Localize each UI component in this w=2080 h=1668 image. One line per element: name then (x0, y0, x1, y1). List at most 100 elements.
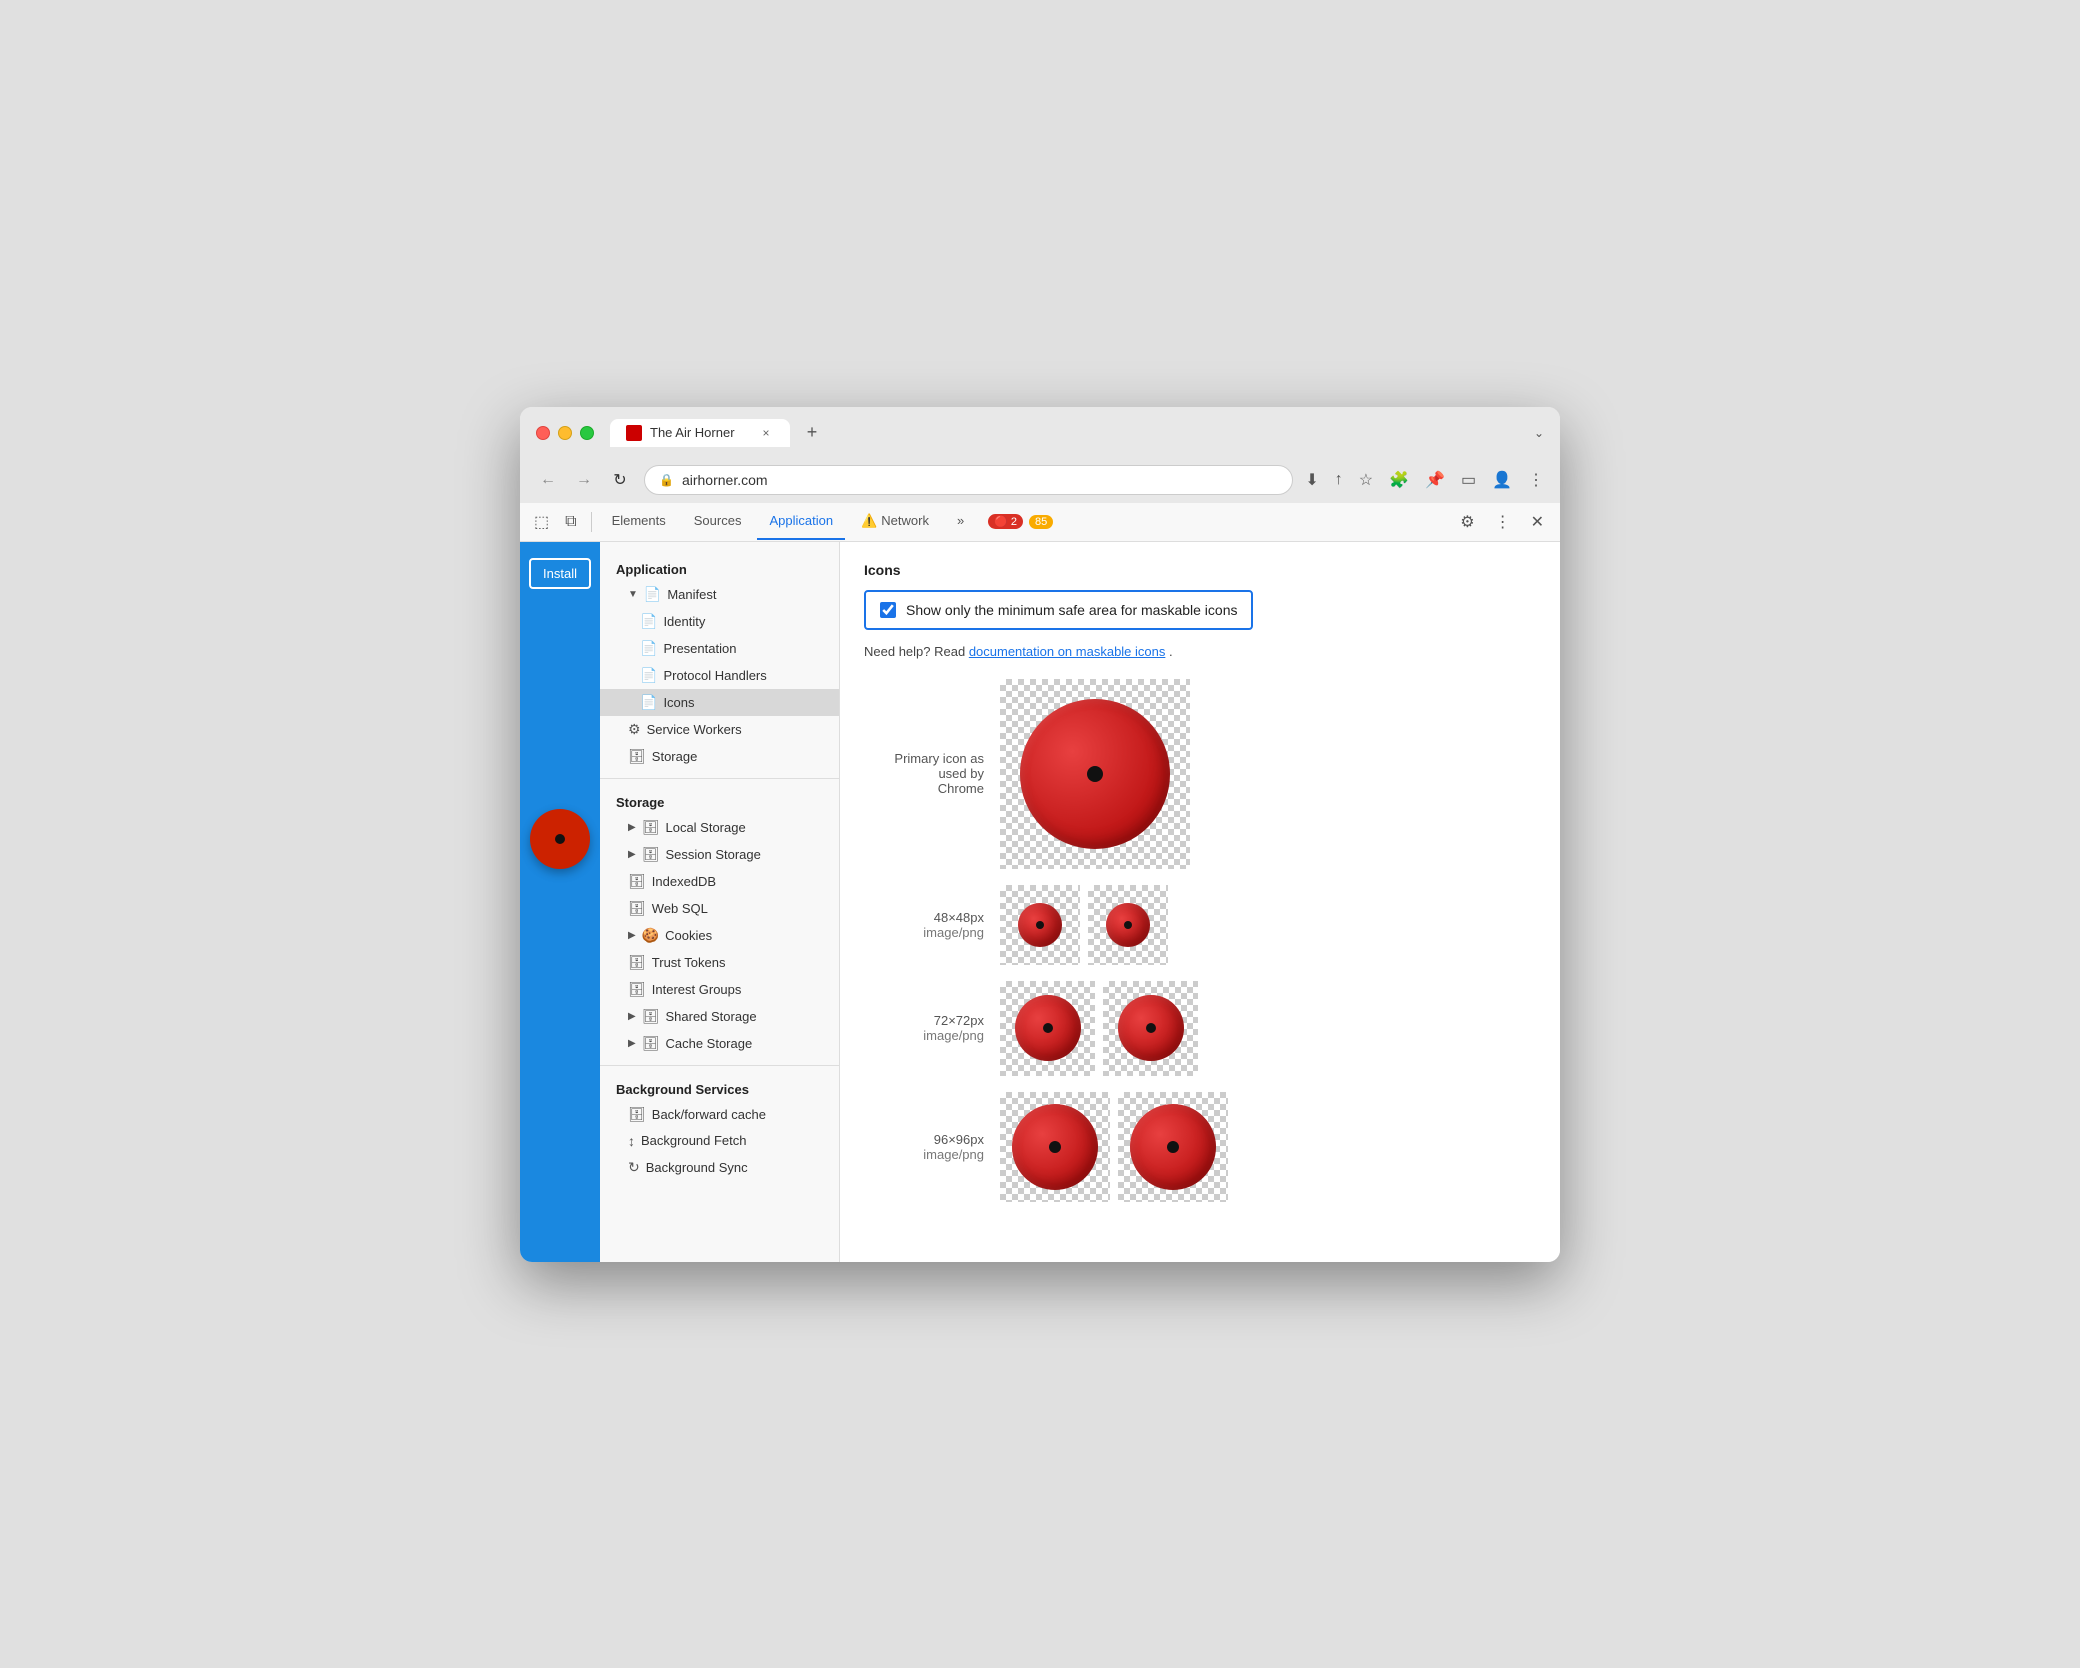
more-options-btn[interactable]: ⋮ (1487, 504, 1519, 540)
web-sql-icon: 🗄 (628, 900, 646, 917)
sidebar-item-back-forward-cache[interactable]: 🗄 Back/forward cache (600, 1101, 839, 1128)
background-sync-icon: ↻ (628, 1159, 640, 1176)
airhorn-icon-96-1 (1012, 1104, 1098, 1190)
help-text-end: . (1169, 644, 1173, 659)
tab-favicon (626, 425, 642, 441)
install-button[interactable]: Install (529, 558, 591, 589)
service-workers-label: Service Workers (647, 722, 742, 737)
sidebar-item-indexeddb[interactable]: 🗄 IndexedDB (600, 868, 839, 895)
error-badge: 🔴 2 (988, 514, 1023, 529)
tab-network-label: Network (881, 513, 929, 528)
tab-application[interactable]: Application (757, 503, 845, 540)
cursor-tool-btn[interactable]: ⬚ (528, 504, 555, 540)
tab-close-btn[interactable]: × (758, 425, 774, 441)
tab-sources[interactable]: Sources (682, 503, 754, 540)
browser-window: The Air Horner × + ⌄ ← → ↻ 🔒 airhorner.c… (520, 407, 1560, 1262)
extensions-icon[interactable]: 🧩 (1389, 470, 1409, 490)
session-storage-triangle: ▶ (628, 849, 636, 860)
sidebar-item-presentation[interactable]: 📄 Presentation (600, 635, 839, 662)
tab-more[interactable]: » (945, 503, 976, 540)
maskable-icons-doc-link[interactable]: documentation on maskable icons (969, 644, 1166, 659)
pin-icon[interactable]: 📌 (1425, 470, 1445, 490)
tab-network[interactable]: ⚠️ Network (849, 503, 941, 541)
close-traffic-light[interactable] (536, 426, 550, 440)
session-storage-icon: 🗄 (642, 846, 660, 863)
device-tool-btn[interactable]: ⧉ (559, 505, 582, 539)
indexeddb-icon: 🗄 (628, 873, 646, 890)
back-btn[interactable]: ← (536, 471, 560, 489)
url-bar[interactable]: 🔒 airhorner.com (644, 465, 1293, 495)
airhorn-icon-72-2 (1118, 995, 1184, 1061)
minimize-traffic-light[interactable] (558, 426, 572, 440)
maximize-traffic-light[interactable] (580, 426, 594, 440)
browser-sidebar: Install (520, 542, 600, 1262)
sidebar-item-protocol-handlers[interactable]: 📄 Protocol Handlers (600, 662, 839, 689)
sidebar-item-identity[interactable]: 📄 Identity (600, 608, 839, 635)
download-icon[interactable]: ⬇ (1305, 470, 1318, 490)
icon-row-72: 72×72px image/png (864, 981, 1536, 1076)
protocol-handlers-label: Protocol Handlers (663, 668, 766, 683)
forward-btn[interactable]: → (572, 471, 596, 489)
sidebar-item-service-workers[interactable]: ⚙ Service Workers (600, 716, 839, 743)
devtools-close-btn[interactable]: ✕ (1523, 504, 1552, 540)
maskable-icons-label[interactable]: Show only the minimum safe area for mask… (906, 602, 1237, 618)
airhorn-icon-48-1 (1018, 903, 1062, 947)
bookmark-icon[interactable]: ☆ (1359, 470, 1373, 490)
session-storage-label: Session Storage (665, 847, 760, 862)
manifest-label: Manifest (667, 587, 716, 602)
shared-storage-triangle: ▶ (628, 1011, 636, 1022)
presentation-icon: 📄 (640, 640, 657, 657)
sidebar-item-local-storage[interactable]: ▶ 🗄 Local Storage (600, 814, 839, 841)
sidebar-item-background-sync[interactable]: ↻ Background Sync (600, 1154, 839, 1181)
trust-tokens-icon: 🗄 (628, 954, 646, 971)
web-sql-label: Web SQL (652, 901, 708, 916)
maskable-icons-checkbox[interactable] (880, 602, 896, 618)
icons-section-header: Icons (864, 562, 1536, 578)
share-icon[interactable]: ↑ (1335, 471, 1343, 489)
tab-chevron[interactable]: ⌄ (1534, 426, 1544, 440)
icon-96-label-group: 96×96px image/png (864, 1132, 984, 1162)
network-warning-icon: ⚠️ (861, 513, 877, 529)
icon-48-box-1 (1000, 885, 1080, 965)
protocol-handlers-icon: 📄 (640, 667, 657, 684)
icon-96-size: 96×96px (864, 1132, 984, 1147)
new-tab-btn[interactable]: + (798, 419, 826, 447)
refresh-btn[interactable]: ↻ (608, 470, 632, 490)
indexeddb-label: IndexedDB (652, 874, 716, 889)
menu-icon[interactable]: ⋮ (1528, 470, 1544, 490)
browser-toolbar-icons: ⬇ ↑ ☆ 🧩 📌 ▭ 👤 ⋮ (1305, 470, 1544, 490)
icons-icon: 📄 (640, 694, 657, 711)
maskable-icons-checkbox-row: Show only the minimum safe area for mask… (864, 590, 1253, 630)
browser-tab[interactable]: The Air Horner × (610, 419, 790, 447)
toolbar-divider (591, 512, 592, 532)
sidebar-item-manifest[interactable]: ▼ 📄 Manifest (600, 581, 839, 608)
sidebar-divider-2 (600, 1065, 839, 1066)
sidebar-item-session-storage[interactable]: ▶ 🗄 Session Storage (600, 841, 839, 868)
sidebar-item-trust-tokens[interactable]: 🗄 Trust Tokens (600, 949, 839, 976)
airhorn-icon-48-2 (1106, 903, 1150, 947)
sidebar-item-interest-groups[interactable]: 🗄 Interest Groups (600, 976, 839, 1003)
sidebar-item-storage[interactable]: 🗄 Storage (600, 743, 839, 770)
sidebar-item-web-sql[interactable]: 🗄 Web SQL (600, 895, 839, 922)
sidebar-item-icons[interactable]: 📄 Icons (600, 689, 839, 716)
cache-storage-triangle: ▶ (628, 1038, 636, 1049)
local-storage-triangle: ▶ (628, 822, 636, 833)
sidebar-item-background-fetch[interactable]: ↕ Background Fetch (600, 1128, 839, 1154)
sidebar-item-cache-storage[interactable]: ▶ 🗄 Cache Storage (600, 1030, 839, 1057)
sidebar-item-cookies[interactable]: ▶ 🍪 Cookies (600, 922, 839, 949)
cast-icon[interactable]: ▭ (1461, 470, 1476, 490)
interest-groups-icon: 🗄 (628, 981, 646, 998)
icon-96-box-1 (1000, 1092, 1110, 1202)
settings-btn[interactable]: ⚙ (1452, 504, 1482, 540)
profile-icon[interactable]: 👤 (1492, 470, 1512, 490)
icon-72-box-2 (1103, 981, 1198, 1076)
airhorn-icon-72-1 (1015, 995, 1081, 1061)
primary-icon-label-group: Primary icon as used by Chrome (864, 751, 984, 796)
sidebar-item-shared-storage[interactable]: ▶ 🗄 Shared Storage (600, 1003, 839, 1030)
expand-triangle: ▼ (628, 589, 638, 600)
tab-elements[interactable]: Elements (600, 503, 678, 540)
background-sync-label: Background Sync (646, 1160, 748, 1175)
local-storage-icon: 🗄 (642, 819, 660, 836)
icon-72-size: 72×72px (864, 1013, 984, 1028)
warning-count: 85 (1035, 516, 1047, 528)
